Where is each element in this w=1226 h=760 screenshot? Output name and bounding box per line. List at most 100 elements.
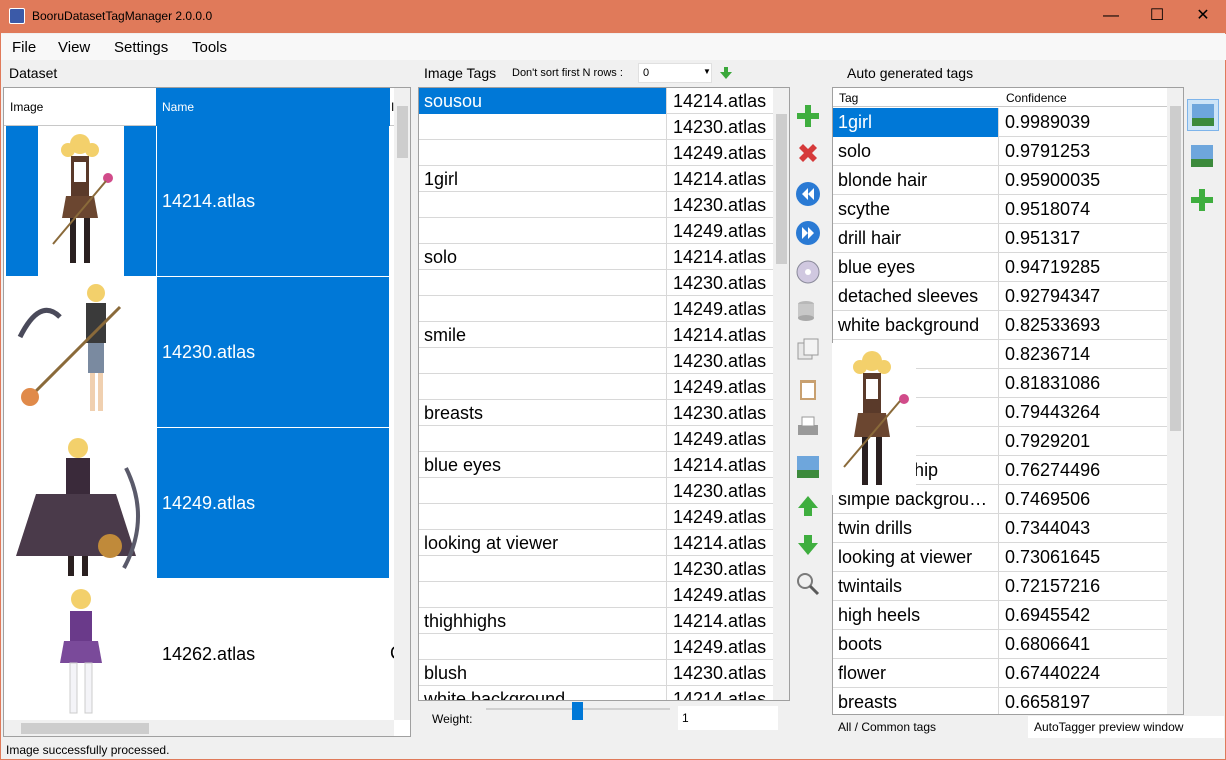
scroll-thumb[interactable] xyxy=(776,114,787,264)
arrow-down-button[interactable] xyxy=(792,530,824,562)
image-tag-row[interactable]: blue eyes 14214.atlas xyxy=(419,452,773,478)
image-tag-row[interactable]: sousou 14214.atlas xyxy=(419,88,773,114)
rewind-button[interactable] xyxy=(792,179,824,211)
app-icon xyxy=(9,8,25,24)
col-confidence[interactable]: Confidence xyxy=(1006,91,1067,105)
auto-tag-row[interactable]: high heels 0.6945542 xyxy=(833,601,1167,630)
image-tag-row[interactable]: 14230.atlas xyxy=(419,270,773,296)
col-name-cell[interactable]: Name xyxy=(156,88,390,126)
fast-forward-button[interactable] xyxy=(792,218,824,250)
auto-tag-row[interactable]: breasts 0.6658197 xyxy=(833,688,1167,714)
image-tag-row[interactable]: 14249.atlas xyxy=(419,296,773,322)
image-tags-vscroll[interactable] xyxy=(773,88,789,700)
tab-all-common[interactable]: All / Common tags xyxy=(832,716,1028,738)
auto-tag-row[interactable]: twintails 0.72157216 xyxy=(833,572,1167,601)
disc-button[interactable] xyxy=(792,257,824,289)
menu-tools[interactable]: Tools xyxy=(192,39,227,56)
image-tag-row[interactable]: white background 14214.atlas xyxy=(419,686,773,700)
auto-tag-row[interactable]: scythe 0.9518074 xyxy=(833,195,1167,224)
sort-label: Don't sort first N rows : xyxy=(512,67,623,79)
add-icon xyxy=(1191,189,1213,211)
image-tag-file: 14230.atlas xyxy=(673,559,767,579)
weight-input[interactable]: 1 xyxy=(678,706,778,730)
dataset-grid[interactable]: Image Name I 14214.atlas 14230.atlas 142… xyxy=(3,87,411,737)
image-tag-row[interactable]: 14249.atlas xyxy=(419,582,773,608)
image-button[interactable] xyxy=(792,452,824,484)
auto-tag-row[interactable]: blonde hair 0.95900035 xyxy=(833,166,1167,195)
auto-tag-row[interactable]: 1girl 0.9989039 xyxy=(833,108,1167,137)
dataset-vscroll[interactable] xyxy=(394,88,410,720)
col-tag[interactable]: Tag xyxy=(839,91,858,105)
dataset-row[interactable]: 14230.atlas C xyxy=(4,277,403,428)
image-tags-grid[interactable]: sousou 14214.atlas 14230.atlas 14249.atlas 1… xyxy=(418,87,790,701)
image-tag-row[interactable]: smile 14214.atlas xyxy=(419,322,773,348)
image-tag-row[interactable]: 14249.atlas xyxy=(419,634,773,660)
auto-tag-confidence: 0.81831086 xyxy=(1005,373,1101,393)
auto-tag-confidence: 0.951317 xyxy=(1005,228,1081,248)
autotagger-preview-image xyxy=(832,343,916,495)
arrow-up-button[interactable] xyxy=(792,491,824,523)
sort-rows-input[interactable]: 0 ▼ xyxy=(638,63,712,83)
image-tag-row[interactable]: 1girl 14214.atlas xyxy=(419,166,773,192)
scroll-thumb[interactable] xyxy=(21,723,149,734)
auto-tag-row[interactable]: twin drills 0.7344043 xyxy=(833,514,1167,543)
image-tag-row[interactable]: 14249.atlas xyxy=(419,426,773,452)
tag-toolbar xyxy=(791,87,825,637)
auto-tags-vscroll[interactable] xyxy=(1167,88,1183,714)
auto-tag-name: drill hair xyxy=(833,224,999,253)
image-tag-row[interactable]: looking at viewer 14214.atlas xyxy=(419,530,773,556)
dataset-hscroll[interactable] xyxy=(4,720,394,736)
image-tags-label: Image Tags xyxy=(424,65,497,81)
auto-tag-confidence: 0.7929201 xyxy=(1005,431,1091,451)
auto-tag-row[interactable]: drill hair 0.951317 xyxy=(833,224,1167,253)
add-auto-tag-button[interactable] xyxy=(1187,185,1219,217)
menu-file[interactable]: File xyxy=(12,39,36,56)
image-tag-row[interactable]: breasts 14230.atlas xyxy=(419,400,773,426)
magnify-button[interactable] xyxy=(792,569,824,601)
image-tag-row[interactable]: 14249.atlas xyxy=(419,218,773,244)
auto-tag-row[interactable]: detached sleeves 0.92794347 xyxy=(833,282,1167,311)
image-tag-row[interactable]: 14249.atlas xyxy=(419,140,773,166)
copy-button[interactable] xyxy=(792,335,824,367)
printer-button[interactable] xyxy=(792,413,824,445)
col-image[interactable]: Image xyxy=(10,100,43,114)
maximize-button[interactable]: ☐ xyxy=(1134,1,1180,33)
auto-tag-row[interactable]: boots 0.6806641 xyxy=(833,630,1167,659)
scroll-thumb[interactable] xyxy=(1170,106,1181,431)
delete-button[interactable] xyxy=(792,140,824,172)
scroll-thumb[interactable] xyxy=(397,106,408,158)
menu-view[interactable]: View xyxy=(58,39,90,56)
weight-slider[interactable] xyxy=(572,702,583,720)
auto-tag-row[interactable]: solo 0.9791253 xyxy=(833,137,1167,166)
image-tag-row[interactable]: 14249.atlas xyxy=(419,504,773,530)
image-tag-row[interactable]: 14230.atlas xyxy=(419,348,773,374)
image-tag-row[interactable]: blush 14230.atlas xyxy=(419,660,773,686)
image-tag-row[interactable]: 14230.atlas xyxy=(419,478,773,504)
database-button[interactable] xyxy=(792,296,824,328)
apply-sort-icon[interactable] xyxy=(718,65,734,81)
preview-image-button-2[interactable] xyxy=(1187,141,1219,173)
auto-tag-row[interactable]: white background 0.82533693 xyxy=(833,311,1167,340)
auto-tag-row[interactable]: blue eyes 0.94719285 xyxy=(833,253,1167,282)
title-bar[interactable]: BooruDatasetTagManager 2.0.0.0 — ☐ ✕ xyxy=(1,1,1226,33)
image-tag-row[interactable]: thighhighs 14214.atlas xyxy=(419,608,773,634)
preview-image-button[interactable] xyxy=(1187,99,1219,131)
image-tag-row[interactable]: solo 14214.atlas xyxy=(419,244,773,270)
image-tag-row[interactable]: 14230.atlas xyxy=(419,556,773,582)
auto-tag-confidence: 0.7469506 xyxy=(1005,489,1091,509)
tab-autotagger-preview[interactable]: AutoTagger preview window xyxy=(1028,716,1224,738)
image-tag-row[interactable]: 14230.atlas xyxy=(419,114,773,140)
dataset-row[interactable]: 14249.atlas C xyxy=(4,428,403,579)
add-button[interactable] xyxy=(792,101,824,133)
image-tag-row[interactable]: 14249.atlas xyxy=(419,374,773,400)
close-button[interactable]: ✕ xyxy=(1180,1,1226,33)
dataset-row[interactable]: 14214.atlas C xyxy=(4,126,403,277)
dataset-row[interactable]: 14262.atlas C xyxy=(4,579,403,730)
clipboard-button[interactable] xyxy=(792,374,824,406)
auto-tag-row[interactable]: flower 0.67440224 xyxy=(833,659,1167,688)
add-icon xyxy=(797,105,819,127)
auto-tag-row[interactable]: looking at viewer 0.73061645 xyxy=(833,543,1167,572)
menu-settings[interactable]: Settings xyxy=(114,39,168,56)
minimize-button[interactable]: — xyxy=(1088,1,1134,33)
image-tag-row[interactable]: 14230.atlas xyxy=(419,192,773,218)
